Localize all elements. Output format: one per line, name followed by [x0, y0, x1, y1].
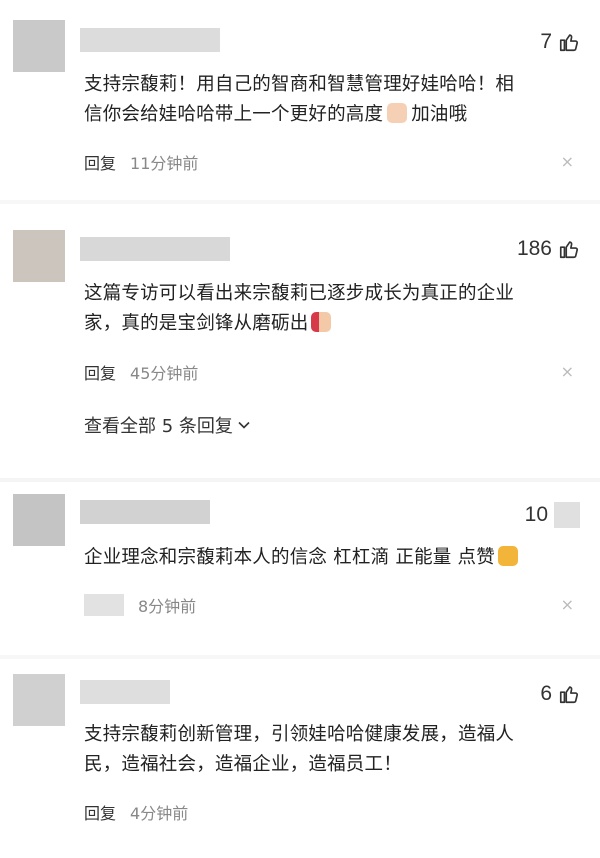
comment-text-line-part: 信你会给娃哈哈带上一个更好的高度: [84, 104, 384, 125]
timestamp: 8分钟前: [138, 597, 197, 616]
comment-text-line: 民，造福社会，造福企业，造福员工！: [84, 754, 402, 775]
reply-button[interactable]: 回复: [84, 800, 116, 824]
comment-text-line: 支持宗馥莉创新管理，引领娃哈哈健康发展，造福人: [84, 724, 515, 745]
thumbs-up-emoji-icon: [311, 312, 332, 332]
avatar[interactable]: [13, 230, 65, 282]
comment-text-line-part: 加油哦: [411, 104, 468, 125]
like-count: 7: [540, 30, 552, 53]
comment-text: 这篇专访可以看出来宗馥莉已逐步成长为真正的企业 家，真的是宝剑锋从磨砺出: [84, 279, 574, 339]
like-button[interactable]: 186: [517, 237, 580, 261]
avatar[interactable]: [13, 20, 65, 72]
comment-meta: 回复 4分钟前: [84, 800, 188, 824]
like-count: 10: [524, 503, 548, 526]
timestamp: 4分钟前: [130, 804, 189, 823]
comment-3: 10 企业理念和宗馥莉本人的信念 杠杠滴 正能量 点赞 8分钟前 ×: [0, 480, 600, 655]
comment-text-line: 家，真的是宝剑锋从磨砺出: [84, 309, 574, 339]
comment-text: 支持宗馥莉！用自己的智商和智慧管理好娃哈哈！相 信你会给娃哈哈带上一个更好的高度…: [84, 70, 574, 130]
like-count: 6: [540, 682, 552, 705]
username-blurred[interactable]: [80, 680, 170, 704]
avatar[interactable]: [13, 494, 65, 546]
comment-text: 企业理念和宗馥莉本人的信念 杠杠滴 正能量 点赞: [84, 543, 574, 573]
comment-text: 支持宗馥莉创新管理，引领娃哈哈健康发展，造福人 民，造福社会，造福企业，造福员工…: [84, 720, 574, 780]
divider: [0, 200, 600, 204]
view-all-replies-label: 查看全部 5 条回复: [84, 416, 233, 437]
username-blurred[interactable]: [80, 237, 230, 261]
timestamp: 11分钟前: [130, 154, 199, 173]
like-button[interactable]: 10: [525, 502, 580, 528]
flex-arm-emoji-icon: [387, 103, 408, 123]
avatar[interactable]: [13, 674, 65, 726]
thumbs-up-icon: [559, 686, 579, 704]
thumbs-up-icon: [559, 241, 579, 259]
like-button[interactable]: 6: [540, 682, 580, 706]
comment-4: 6 支持宗馥莉创新管理，引领娃哈哈健康发展，造福人 民，造福社会，造福企业，造福…: [0, 660, 600, 858]
view-all-replies-button[interactable]: 查看全部 5 条回复: [84, 412, 251, 438]
reply-button-blurred[interactable]: [84, 594, 124, 616]
reply-button[interactable]: 回复: [84, 150, 116, 174]
comment-text-line: 这篇专访可以看出来宗馥莉已逐步成长为真正的企业: [84, 283, 515, 304]
comment-text-line-part: 家，真的是宝剑锋从磨砺出: [84, 313, 309, 334]
comment-text-line: 支持宗馥莉！用自己的智商和智慧管理好娃哈哈！相: [84, 74, 515, 95]
username-blurred[interactable]: [80, 28, 220, 52]
comment-meta: 8分钟前: [84, 593, 196, 617]
comment-2: 186 这篇专访可以看出来宗馥莉已逐步成长为真正的企业 家，真的是宝剑锋从磨砺出…: [0, 215, 600, 480]
comment-meta: 回复 45分钟前: [84, 360, 198, 384]
reply-button[interactable]: 回复: [84, 360, 116, 384]
like-count: 186: [516, 237, 552, 260]
comment-text-line-part: 企业理念和宗馥莉本人的信念 杠杠滴 正能量 点赞: [84, 547, 495, 568]
chevron-down-icon: [238, 421, 250, 429]
like-button[interactable]: 7: [540, 30, 580, 54]
close-icon[interactable]: ×: [561, 595, 574, 614]
thumbs-up-icon: [554, 502, 580, 528]
close-icon[interactable]: ×: [561, 362, 574, 381]
thumbs-up-emoji-icon: [497, 546, 518, 566]
close-icon[interactable]: ×: [561, 152, 574, 171]
thumbs-up-icon: [559, 34, 579, 52]
divider: [0, 655, 600, 659]
comment-text-line: 信你会给娃哈哈带上一个更好的高度 加油哦: [84, 100, 574, 130]
comment-text-line: 企业理念和宗馥莉本人的信念 杠杠滴 正能量 点赞: [84, 543, 574, 573]
comment-1: 7 支持宗馥莉！用自己的智商和智慧管理好娃哈哈！相 信你会给娃哈哈带上一个更好的…: [0, 0, 600, 200]
username-blurred[interactable]: [80, 500, 210, 524]
timestamp: 45分钟前: [130, 364, 199, 383]
comment-meta: 回复 11分钟前: [84, 150, 198, 174]
